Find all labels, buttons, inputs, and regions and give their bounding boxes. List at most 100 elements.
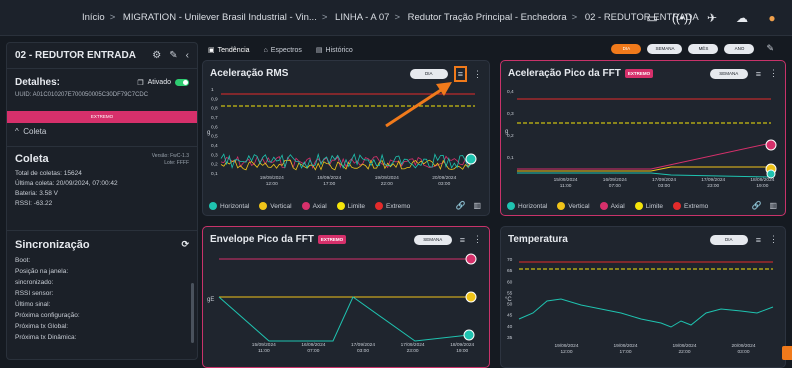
breadcrumb-item[interactable]: MIGRATION - Unilever Brasil Industrial -… bbox=[123, 12, 317, 23]
legend-label: Limite bbox=[645, 202, 664, 210]
x-tick-label: 20/09/2024 bbox=[731, 343, 755, 349]
x-tick-label: 19/09/2024 bbox=[260, 175, 284, 181]
coleta-collapse[interactable]: ^ Coleta bbox=[15, 127, 46, 136]
filter-icon[interactable]: ≡ bbox=[756, 69, 761, 79]
period-ano-button[interactable]: ANO bbox=[724, 43, 755, 54]
y-tick-label: 60 bbox=[507, 279, 513, 285]
period-mes-button[interactable]: MÊS bbox=[688, 43, 719, 54]
last-point-marker bbox=[463, 329, 475, 341]
coleta-line: Última coleta: 20/09/2024, 07:00:42 bbox=[15, 180, 118, 187]
breadcrumb-separator: > bbox=[109, 12, 116, 23]
tab-label: Espectros bbox=[270, 46, 302, 54]
breadcrumb-item[interactable]: Redutor Tração Principal - Enchedora bbox=[408, 12, 567, 23]
signal-icon[interactable]: ((•)) bbox=[670, 6, 694, 30]
more-menu-icon[interactable]: ⋮ bbox=[769, 234, 778, 245]
x-tick-label: 17:00 bbox=[323, 181, 335, 187]
legend-item[interactable]: Vertical bbox=[259, 202, 292, 210]
period-selector: DIA SEMANA MÊS ANO ✎ bbox=[611, 43, 774, 54]
breadcrumb-item[interactable]: LINHA - A 07 bbox=[335, 12, 389, 23]
link-icon[interactable]: 🔗 bbox=[455, 201, 465, 210]
more-menu-icon[interactable]: ⋮ bbox=[473, 69, 482, 80]
filter-icon[interactable]: ≡ bbox=[453, 66, 468, 82]
y-tick-label: 0,4 bbox=[507, 89, 514, 95]
uuid-text: UUID: A01C010207E700050005C30DF79C7CDC bbox=[15, 92, 149, 98]
y-tick-label: 0,3 bbox=[507, 111, 514, 117]
card-period-pill[interactable]: DIA bbox=[409, 69, 448, 79]
link-icon[interactable]: 🔗 bbox=[751, 201, 761, 210]
copy-icon[interactable]: ❐ bbox=[137, 79, 143, 87]
legend-item[interactable]: Axial bbox=[301, 202, 327, 210]
y-tick-label: 0,8 bbox=[211, 106, 218, 112]
tab-tendencia[interactable]: ▣ Tendência bbox=[208, 46, 250, 55]
version-text: Versão: FwC-1.3 bbox=[151, 153, 189, 159]
sidebar-scrollbar[interactable] bbox=[191, 283, 194, 343]
period-semana-button[interactable]: SEMANA bbox=[647, 43, 683, 54]
activated-toggle[interactable] bbox=[175, 79, 189, 86]
temperature-chart: 7065605550454035°C19/09/202412:0019/09/2… bbox=[505, 257, 774, 355]
x-tick-label: 19/09/2024 bbox=[672, 343, 696, 349]
legend-item[interactable]: Limite bbox=[336, 202, 365, 210]
sync-line: Próxima tx Dinâmica: bbox=[15, 334, 77, 341]
sidebar-title: 02 - REDUTOR ENTRADA bbox=[15, 50, 136, 61]
card-title: Aceleração Pico da FFT bbox=[508, 68, 621, 79]
extreme-status-bar: EXTREMO bbox=[7, 111, 197, 123]
activated-label: Ativado bbox=[147, 79, 171, 86]
pencil-icon[interactable]: ✎ bbox=[766, 43, 774, 54]
user-icon[interactable]: ● bbox=[760, 6, 784, 30]
card-period-pill[interactable]: SEMANA bbox=[709, 68, 748, 79]
last-point-marker bbox=[465, 291, 477, 303]
x-tick-label: 12:00 bbox=[266, 181, 278, 187]
legend-item[interactable]: Horizontal bbox=[209, 202, 249, 210]
last-point-marker bbox=[465, 153, 477, 165]
last-point-marker bbox=[765, 139, 777, 151]
legend-label: Horizontal bbox=[220, 202, 250, 210]
more-menu-icon[interactable]: ⋮ bbox=[473, 234, 482, 245]
feedback-tab[interactable] bbox=[782, 346, 792, 360]
card-period-pill[interactable]: DIA bbox=[709, 234, 748, 245]
edit-icon[interactable]: ✎ bbox=[169, 50, 177, 61]
y-tick-label: 0,3 bbox=[211, 152, 218, 158]
legend-item[interactable]: Axial bbox=[599, 202, 625, 210]
last-point-marker bbox=[465, 253, 477, 265]
x-tick-label: 17/09/2024 bbox=[401, 342, 425, 348]
card-period-pill[interactable]: SEMANA bbox=[413, 234, 452, 245]
series-horizontal bbox=[517, 172, 772, 178]
gear-icon[interactable]: ⚙ bbox=[152, 50, 161, 61]
legend-swatch bbox=[301, 202, 310, 210]
chevron-left-icon[interactable]: ‹ bbox=[186, 50, 189, 61]
x-tick-label: 19:00 bbox=[456, 348, 468, 354]
satellite-icon[interactable]: ✈ bbox=[700, 6, 724, 30]
fft-chart: 0,40,30,20,1g15/09/202411:0016/09/202407… bbox=[505, 89, 777, 189]
series-temperature bbox=[518, 298, 774, 328]
sync-line: Boot: bbox=[15, 257, 31, 264]
x-tick-label: 19/09/2024 bbox=[554, 343, 578, 349]
filter-icon[interactable]: ≡ bbox=[756, 235, 761, 245]
tab-espectros[interactable]: ⌂ Espectros bbox=[264, 46, 302, 54]
monitor-icon[interactable]: ▭ bbox=[640, 6, 664, 30]
refresh-icon[interactable]: ⟳ bbox=[181, 239, 189, 251]
legend-item[interactable]: Limite bbox=[634, 202, 664, 210]
more-menu-icon[interactable]: ⋮ bbox=[769, 68, 778, 79]
legend-item[interactable]: Horizontal bbox=[507, 202, 547, 210]
legend-item[interactable]: Vertical bbox=[557, 202, 590, 210]
filter-icon[interactable]: ≡ bbox=[460, 235, 465, 245]
legend-item[interactable]: Extremo bbox=[375, 202, 410, 210]
legend-label: Vertical bbox=[568, 202, 590, 210]
x-tick-label: 20/09/2024 bbox=[432, 175, 456, 181]
x-tick-label: 03:00 bbox=[658, 183, 670, 189]
period-dia-button[interactable]: DIA bbox=[611, 43, 642, 54]
bar-chart-icon[interactable]: ▥ bbox=[769, 201, 777, 210]
breadcrumb-separator: > bbox=[571, 12, 578, 23]
series-horizontal bbox=[218, 296, 470, 342]
legend-item[interactable]: Extremo bbox=[673, 202, 708, 210]
y-tick-label: 0,5 bbox=[211, 134, 218, 140]
y-axis-label: g bbox=[207, 130, 210, 136]
breadcrumb-item[interactable]: Início bbox=[82, 12, 105, 23]
cloud-icon[interactable]: ☁ bbox=[730, 6, 754, 30]
legend-label: Extremo bbox=[684, 202, 709, 210]
bar-chart-icon[interactable]: ▥ bbox=[473, 201, 481, 210]
rms-chart: 10,90,80,70,60,50,40,30,20,1g19/09/20241… bbox=[207, 87, 477, 187]
chevron-up-icon: ^ bbox=[15, 127, 19, 136]
tab-historico[interactable]: ▤ Histórico bbox=[316, 46, 353, 55]
y-tick-label: 0,6 bbox=[211, 124, 218, 130]
